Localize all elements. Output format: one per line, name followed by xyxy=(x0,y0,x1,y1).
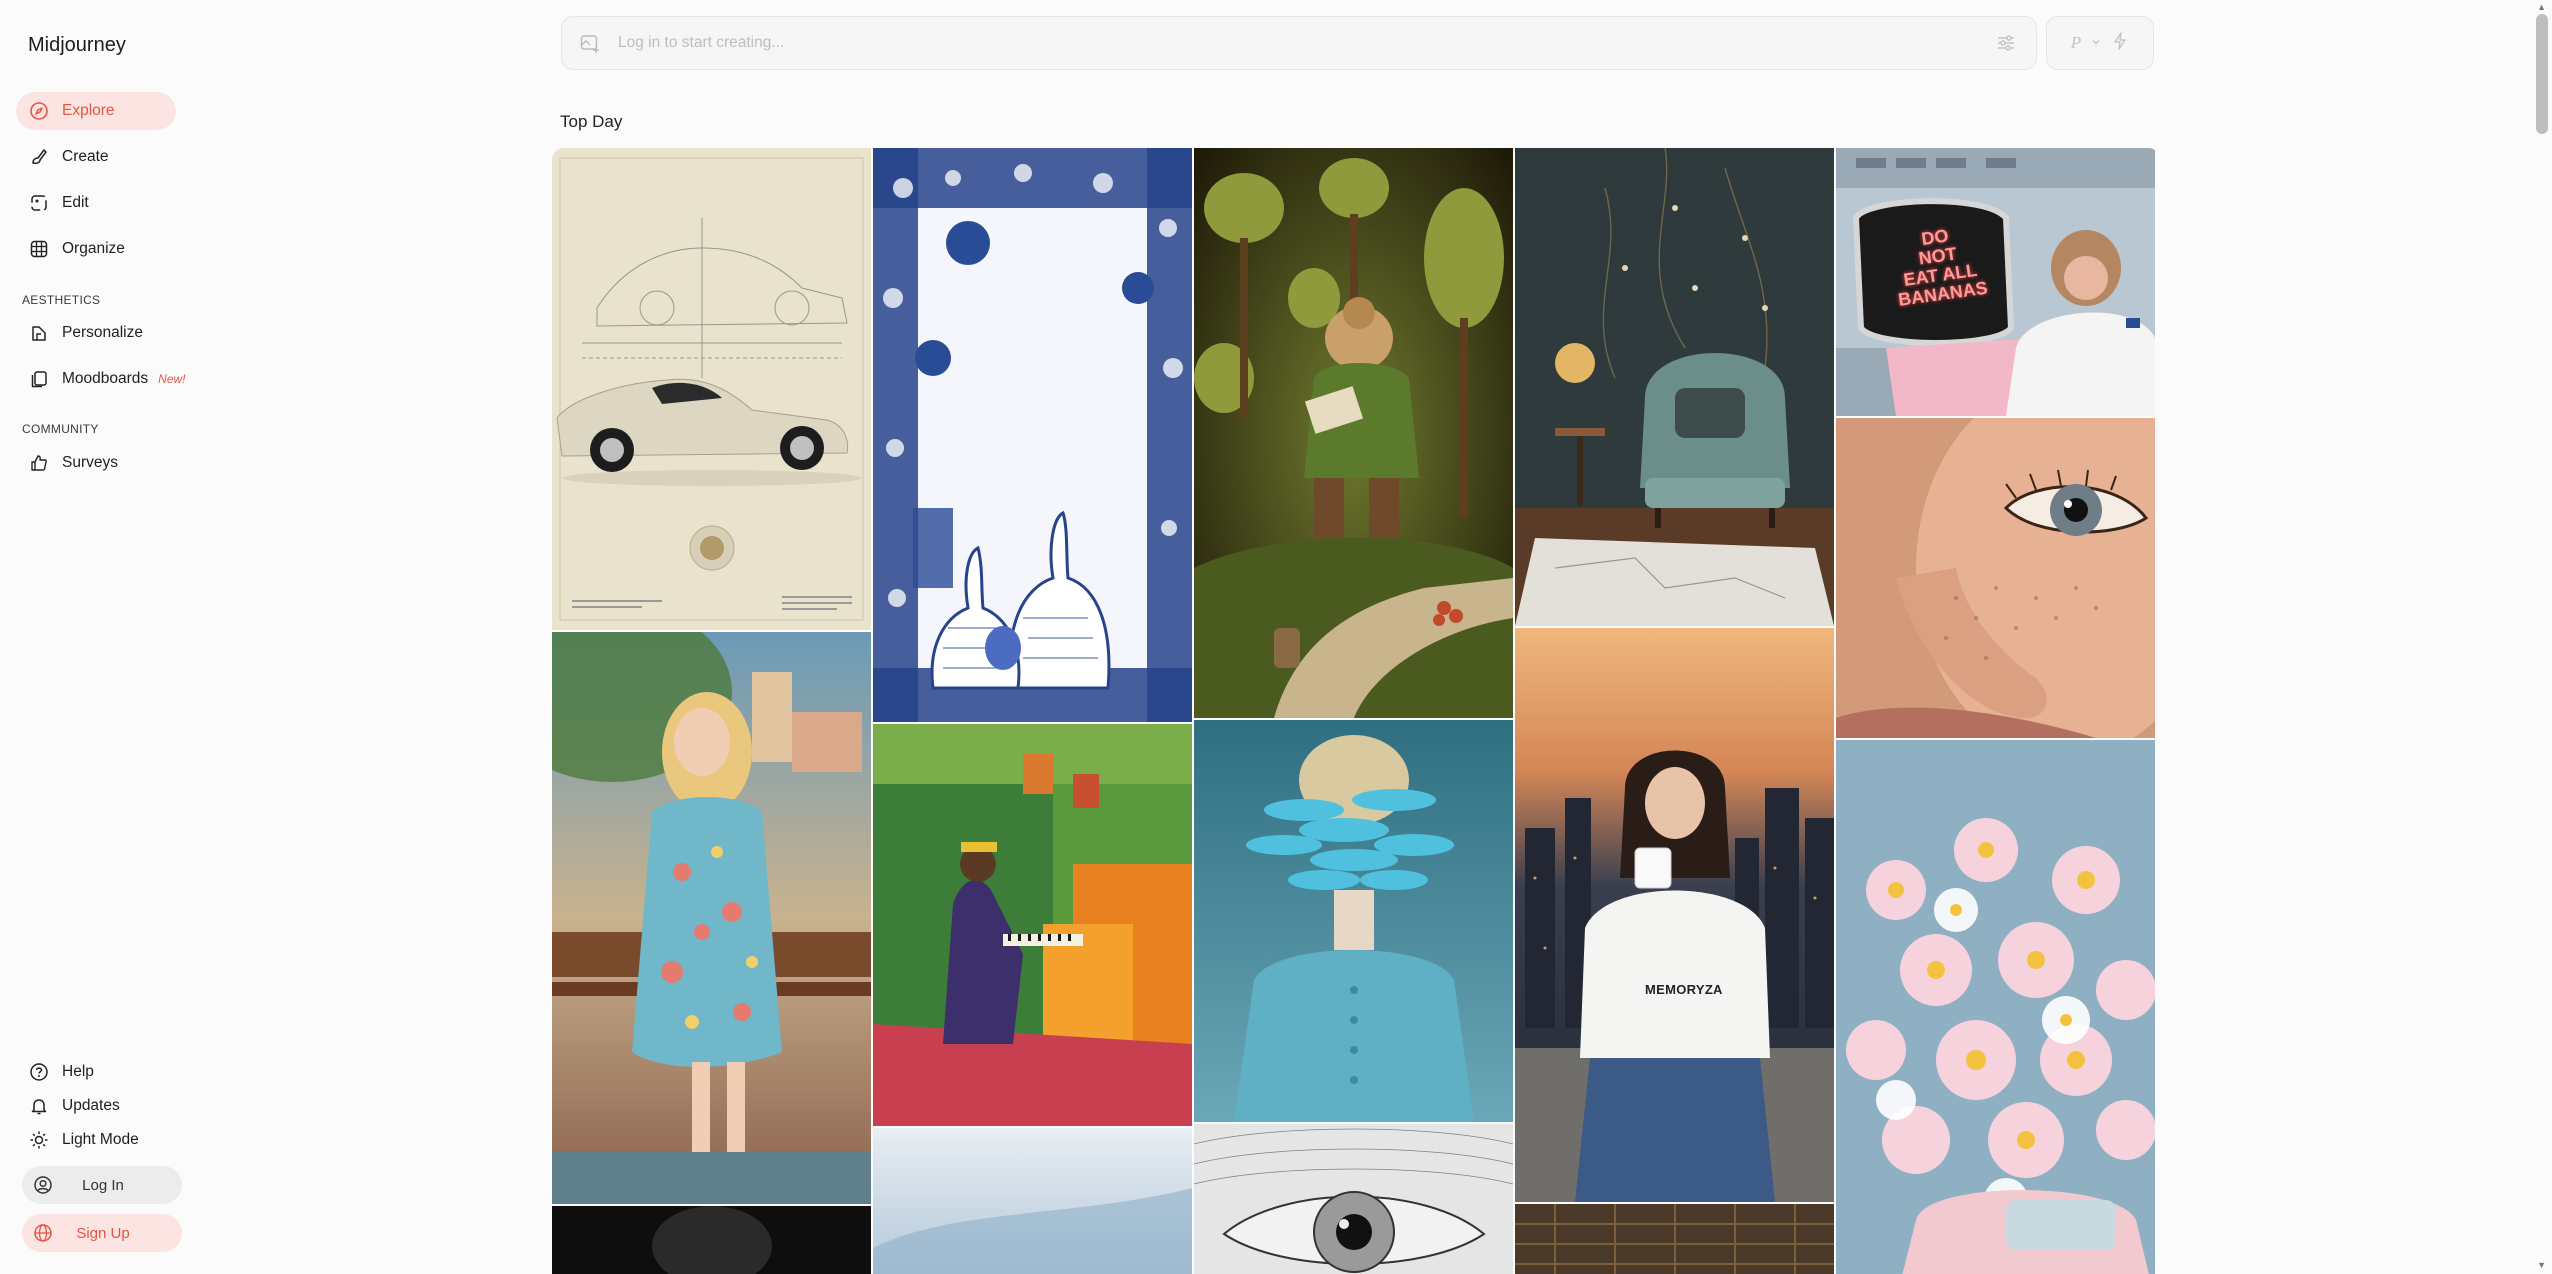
thumbs-up-icon xyxy=(28,452,50,474)
nav-help-label: Help xyxy=(62,1063,94,1080)
scroll-up-arrow[interactable]: ▲ xyxy=(2537,2,2546,12)
login-label: Log In xyxy=(82,1176,124,1194)
nav-edit-label: Edit xyxy=(62,194,89,211)
feed-image-sky[interactable] xyxy=(873,1128,1192,1274)
monkey-screen-text: DO NOT EAT ALL BANANAS xyxy=(1896,225,1989,310)
feed-image-woman-coffee-city[interactable]: MEMORYZA xyxy=(1515,628,1834,1202)
sidebar: Midjourney Explore Create Edit Organize … xyxy=(0,0,200,1274)
chevron-down-icon xyxy=(2091,34,2101,52)
moodboard-icon xyxy=(28,368,50,390)
nav-light-mode[interactable]: Light Mode xyxy=(16,1121,176,1159)
nav-edit[interactable]: Edit xyxy=(16,184,176,222)
nav-organize[interactable]: Organize xyxy=(16,230,176,268)
signup-button[interactable]: Sign Up xyxy=(22,1214,182,1252)
brush-icon xyxy=(28,146,50,168)
feed-image-toile-rabbits[interactable] xyxy=(873,148,1192,722)
prompt-input[interactable]: Log in to start creating... xyxy=(618,34,1994,52)
feed-image-monkey-astronaut[interactable]: DO NOT EAT ALL BANANAS xyxy=(1836,148,2155,416)
nav-explore[interactable]: Explore xyxy=(16,92,176,130)
nav-surveys[interactable]: Surveys xyxy=(16,444,176,482)
personalization-mode: P xyxy=(2070,33,2082,52)
feed-image-woman-dress[interactable] xyxy=(552,632,871,1204)
nav-create[interactable]: Create xyxy=(16,138,176,176)
feed-image-jazz-piano[interactable] xyxy=(873,724,1192,1126)
add-image-icon[interactable] xyxy=(578,31,602,55)
aesthetics-section-label: AESTHETICS xyxy=(22,293,101,307)
help-icon xyxy=(28,1061,50,1083)
grid-icon xyxy=(28,238,50,260)
nav-updates-label: Updates xyxy=(62,1097,120,1114)
edit-image-icon xyxy=(28,192,50,214)
feed-image-freckles-closeup[interactable] xyxy=(1836,418,2155,738)
feed-image-armchair[interactable] xyxy=(1515,148,1834,626)
feed-image-felt-reader[interactable] xyxy=(1194,148,1513,718)
community-section-label: COMMUNITY xyxy=(22,422,99,436)
feed-image-fish-head[interactable] xyxy=(1194,720,1513,1122)
nav-updates[interactable]: Updates xyxy=(16,1087,176,1125)
app-logo[interactable]: Midjourney xyxy=(28,34,126,57)
compass-icon xyxy=(28,100,50,122)
signup-label: Sign Up xyxy=(76,1224,130,1242)
user-circle-icon xyxy=(32,1174,54,1196)
nav-organize-label: Organize xyxy=(62,240,125,257)
prompt-bar[interactable]: Log in to start creating... xyxy=(561,16,2037,70)
feed-title: Top Day xyxy=(560,112,623,131)
nav-personalize-label: Personalize xyxy=(62,324,143,341)
settings-sliders-icon[interactable] xyxy=(1994,31,2018,55)
nav-surveys-label: Surveys xyxy=(62,454,118,471)
nav-create-label: Create xyxy=(62,148,109,165)
nav-light-mode-label: Light Mode xyxy=(62,1131,139,1148)
feed-image-daisy-car[interactable] xyxy=(1836,740,2155,1274)
lightning-icon[interactable] xyxy=(2111,31,2129,56)
sun-icon xyxy=(28,1129,50,1151)
feed-image-eye-sketch[interactable] xyxy=(1194,1124,1513,1274)
nav-moodboards-label: Moodboards xyxy=(62,370,149,387)
new-badge: New! xyxy=(158,372,186,386)
globe-icon xyxy=(32,1222,54,1244)
bell-icon xyxy=(28,1095,50,1117)
nav-personalize[interactable]: Personalize xyxy=(16,314,176,352)
feed-image-dark[interactable] xyxy=(552,1206,871,1274)
scrollbar-thumb[interactable] xyxy=(2536,14,2548,134)
nav-help[interactable]: Help xyxy=(16,1053,176,1091)
nav-explore-label: Explore xyxy=(62,102,115,119)
scroll-down-arrow[interactable]: ▼ xyxy=(2537,1260,2546,1270)
image-feed: MEMORYZA DO NOT EAT ALL BANANAS xyxy=(552,148,2160,1274)
mode-selector[interactable]: P xyxy=(2046,16,2154,70)
nav-moodboards[interactable]: Moodboards New! xyxy=(16,360,196,398)
personalize-icon xyxy=(28,322,50,344)
feed-image-rattan[interactable] xyxy=(1515,1204,1834,1274)
login-button[interactable]: Log In xyxy=(22,1166,182,1204)
tshirt-text: MEMORYZA xyxy=(1645,982,1723,997)
feed-image-porsche[interactable] xyxy=(552,148,871,630)
